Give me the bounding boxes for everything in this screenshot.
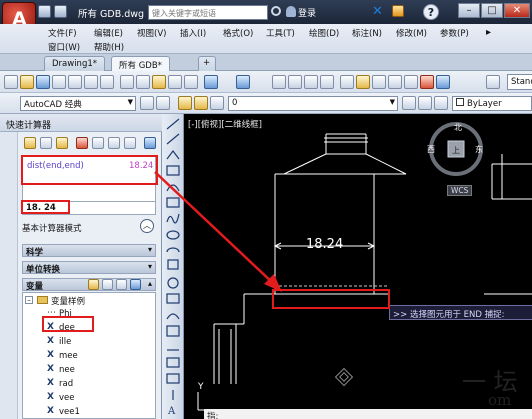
watermark-text-2: om	[488, 391, 512, 409]
annotation-arrow	[154, 171, 282, 292]
